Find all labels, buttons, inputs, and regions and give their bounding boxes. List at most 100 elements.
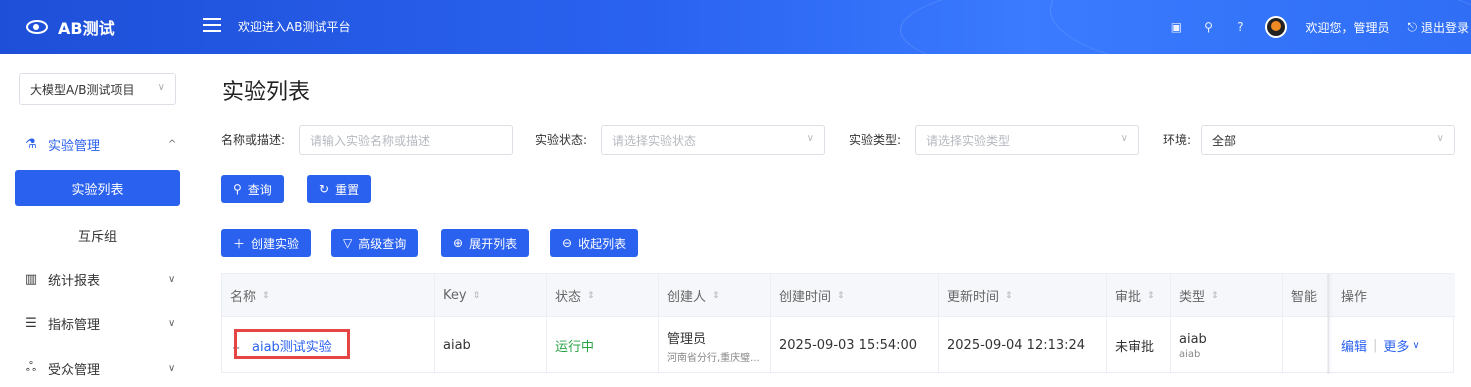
action-divider: |	[1373, 338, 1378, 353]
type-sub-value: aiab	[1179, 348, 1201, 360]
column-header-smart: 智能	[1283, 274, 1329, 317]
project-select-value: 大模型A/B测试项目	[30, 82, 135, 97]
column-header-label: 审批	[1115, 290, 1142, 305]
sidebar-item-label: 实验列表	[71, 182, 124, 198]
column-header-label: 状态	[555, 290, 582, 305]
column-header-label: 智能	[1291, 290, 1318, 305]
cell-name: + aiab测试实验	[222, 317, 435, 374]
name-filter-label: 名称或描述:	[221, 133, 286, 147]
app-logo[interactable]: AB测试	[26, 0, 115, 54]
chevron-down-icon: ∨	[1436, 133, 1444, 144]
column-header-approval[interactable]: 审批 ⇕	[1107, 274, 1171, 317]
column-header-updated[interactable]: 更新时间 ⇕	[939, 274, 1107, 317]
advanced-query-button[interactable]: ▽ 高级查询	[331, 229, 419, 257]
sort-icon[interactable]: ⇕	[587, 291, 595, 301]
sidebar-item-label: 指标管理	[48, 317, 101, 333]
main-content: 实验列表 名称或描述: 请输入实验名称或描述 实验状态: 请选择实验状态 ∨ 实…	[196, 54, 1471, 374]
column-header-name[interactable]: 名称 ⇕	[222, 274, 435, 317]
menu-toggle-icon[interactable]	[203, 18, 221, 36]
column-header-status[interactable]: 状态 ⇕	[547, 274, 659, 317]
cell-approval: 未审批	[1107, 317, 1171, 374]
logout-icon: ⎋	[1407, 19, 1417, 34]
reset-button-label: 重置	[335, 182, 360, 197]
welcome-text: 欢迎进入AB测试平台	[238, 20, 351, 34]
filter-icon: ▽	[343, 236, 353, 250]
query-button[interactable]: ⚲ 查询	[221, 175, 284, 203]
sort-icon[interactable]: ⇕	[262, 291, 270, 301]
status-select[interactable]: 请选择实验状态 ∨	[601, 125, 825, 155]
cell-status: 运行中	[547, 317, 659, 374]
cell-key: aiab	[435, 317, 547, 374]
expand-button-label: 展开列表	[469, 236, 518, 251]
column-header-key[interactable]: Key ⇕	[435, 274, 547, 317]
chevron-down-icon: ∨	[168, 273, 176, 285]
env-filter-label: 环境:	[1163, 133, 1192, 147]
sidebar-item-metrics[interactable]: ☰ 指标管理 ∨	[0, 304, 196, 342]
experiment-table: 名称 ⇕ Key ⇕ 状态 ⇕ 创建人 ⇕ 创建时间 ⇕ 更新时间 ⇕ 审批 ⇕ 类型 ⇕ 智能…	[221, 273, 1455, 374]
more-dropdown[interactable]: 更多	[1383, 336, 1409, 355]
screen-icon[interactable]: ▣	[1169, 20, 1183, 34]
query-button-label: 查询	[247, 182, 272, 197]
status-select-placeholder: 请选择实验状态	[612, 133, 697, 148]
env-select[interactable]: 全部 ∨	[1201, 125, 1455, 155]
column-header-creator[interactable]: 创建人 ⇕	[659, 274, 771, 317]
refresh-icon: ↻	[319, 182, 330, 196]
collapse-list-button[interactable]: ⊖ 收起列表	[550, 229, 639, 257]
expand-list-button[interactable]: ⊕ 展开列表	[441, 229, 530, 257]
page-title: 实验列表	[222, 80, 311, 105]
project-select[interactable]: 大模型A/B测试项目 ∨	[19, 73, 176, 105]
highlight-box	[234, 329, 350, 359]
app-title: AB测试	[58, 19, 115, 38]
sort-icon[interactable]: ⇕	[473, 291, 481, 301]
sort-icon[interactable]: ⇕	[1211, 291, 1219, 301]
cell-creator: 管理员 河南省分行,重庆璧...	[659, 317, 771, 374]
cell-updated: 2025-09-04 12:13:24	[939, 317, 1107, 374]
logout-button[interactable]: ⎋ 退出登录	[1407, 19, 1469, 36]
sidebar-item-audience[interactable]: ஃ 受众管理 ∨	[0, 349, 196, 387]
reset-button[interactable]: ↻ 重置	[307, 175, 372, 203]
updated-time: 2025-09-04 12:13:24	[947, 338, 1086, 353]
column-header-label: 操作	[1341, 290, 1368, 305]
type-select-placeholder: 请选择实验类型	[926, 133, 1011, 148]
type-select[interactable]: 请选择实验类型 ∨	[915, 125, 1139, 155]
name-search-placeholder: 请输入实验名称或描述	[310, 133, 431, 148]
created-time: 2025-09-03 15:54:00	[779, 338, 918, 353]
creator-org: 河南省分行,重庆璧...	[667, 352, 760, 364]
sidebar-item-mutex-group[interactable]: 互斥组	[15, 217, 180, 253]
list-icon: ☰	[25, 315, 37, 331]
search-icon[interactable]: ⚲	[1201, 20, 1215, 34]
cell-type: aiab aiab	[1171, 317, 1283, 374]
column-header-type[interactable]: 类型 ⇕	[1171, 274, 1283, 317]
sort-icon[interactable]: ⇕	[712, 291, 720, 301]
plus-icon: ＋	[233, 236, 246, 251]
flask-icon: ⚗	[25, 136, 37, 152]
help-icon[interactable]: ?	[1233, 20, 1247, 34]
cell-actions: 编辑 | 更多 ∨	[1333, 317, 1455, 374]
sidebar-item-experiment-list[interactable]: 实验列表	[15, 170, 180, 206]
create-experiment-button[interactable]: ＋ 创建实验	[221, 229, 312, 257]
column-header-label: 名称	[230, 290, 257, 305]
status-filter-label: 实验状态:	[535, 133, 588, 147]
table-header: 名称 ⇕ Key ⇕ 状态 ⇕ 创建人 ⇕ 创建时间 ⇕ 更新时间 ⇕ 审批 ⇕ 类型 ⇕ 智能…	[222, 274, 1455, 317]
sort-icon[interactable]: ⇕	[1147, 291, 1155, 301]
sidebar-item-reports[interactable]: ▥ 统计报表 ∨	[0, 260, 196, 298]
edit-link[interactable]: 编辑	[1341, 336, 1367, 355]
sort-icon[interactable]: ⇕	[837, 291, 845, 301]
chevron-down-icon: ∨	[168, 362, 176, 374]
chevron-down-icon: ∨	[157, 82, 165, 93]
header-actions: ▣ ⚲ ? 欢迎您，管理员 ⎋ 退出登录	[1169, 0, 1471, 54]
search-icon: ⚲	[233, 182, 242, 196]
advanced-button-label: 高级查询	[358, 236, 407, 251]
name-search-input[interactable]: 请输入实验名称或描述	[299, 125, 513, 155]
column-header-created[interactable]: 创建时间 ⇕	[771, 274, 939, 317]
column-header-label: 更新时间	[947, 290, 1000, 305]
chevron-down-icon[interactable]: ∨	[1412, 340, 1419, 351]
sort-icon[interactable]: ⇕	[1005, 291, 1013, 301]
user-greeting: 欢迎您，管理员	[1305, 20, 1390, 35]
top-bar: AB测试 欢迎进入AB测试平台 ▣ ⚲ ? 欢迎您，管理员 ⎋ 退出登录	[0, 0, 1471, 54]
sidebar-item-experiment-management[interactable]: ⚗ 实验管理 ^	[0, 125, 196, 163]
column-header-label: 创建时间	[779, 290, 832, 305]
sidebar-item-label: 互斥组	[77, 229, 117, 245]
avatar[interactable]	[1265, 16, 1288, 38]
zoom-in-icon: ⊕	[453, 236, 464, 250]
